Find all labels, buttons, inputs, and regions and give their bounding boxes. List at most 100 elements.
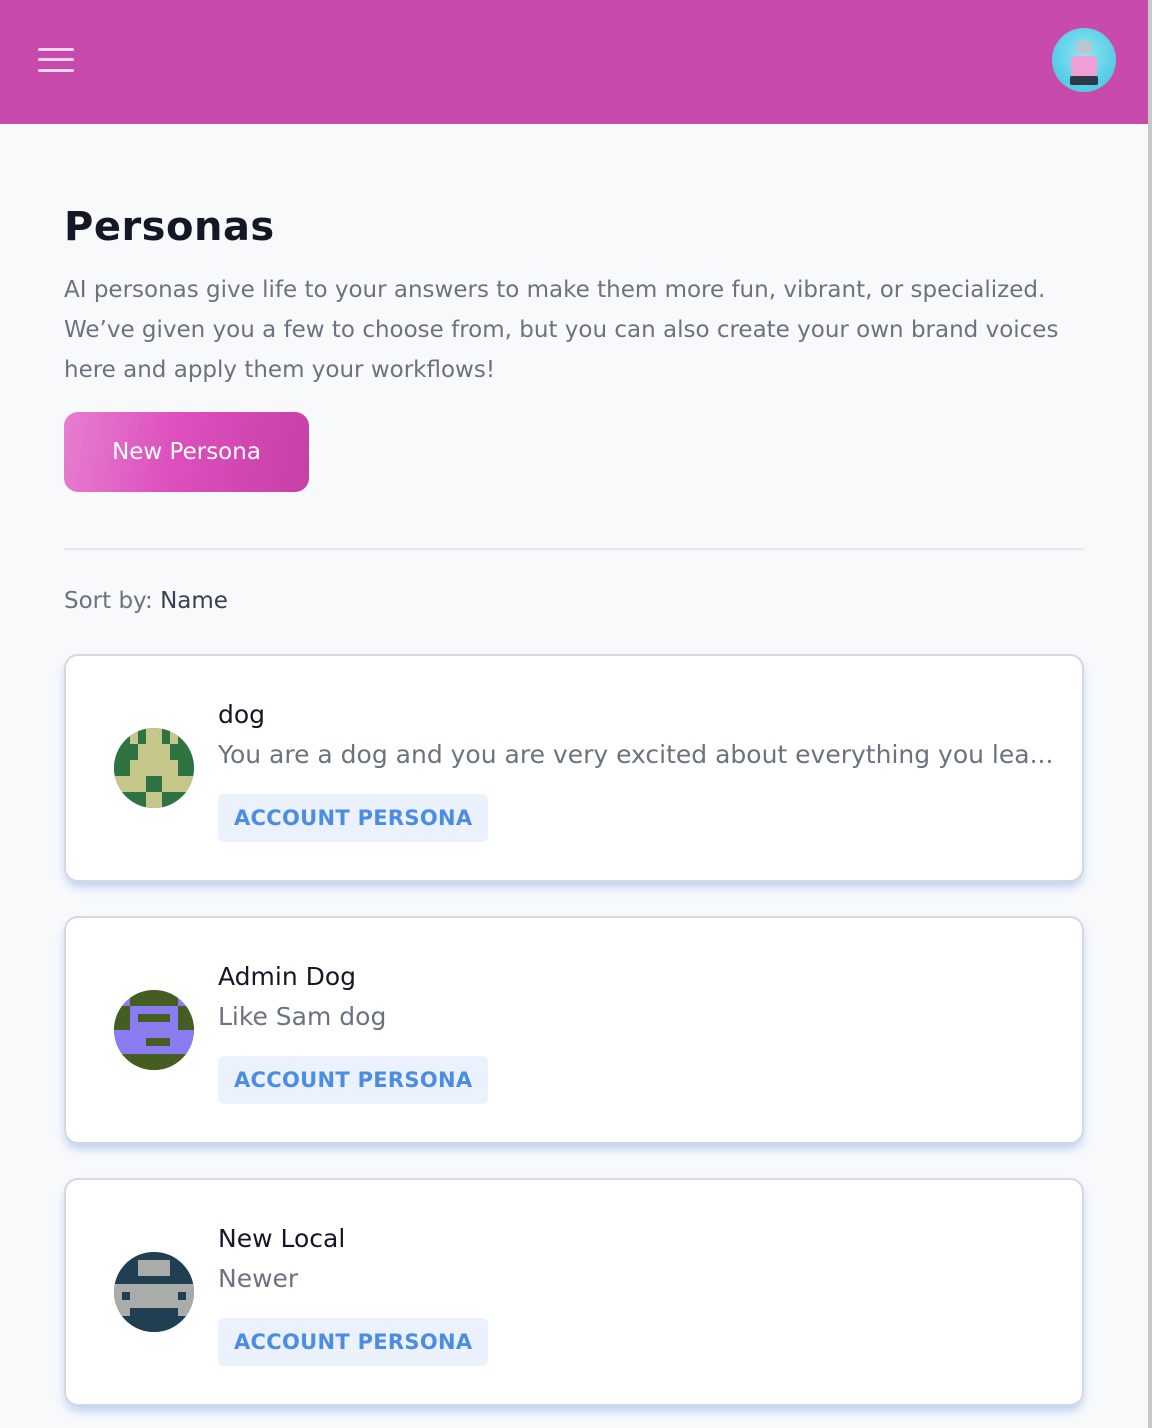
avatar-cell xyxy=(178,736,186,744)
avatar-cell xyxy=(138,1300,146,1308)
avatar-cell xyxy=(162,1046,170,1054)
persona-card[interactable]: dog You are a dog and you are very excit… xyxy=(64,654,1084,882)
persona-card[interactable]: New Local Newer ACCOUNT PERSONA xyxy=(64,1178,1084,1406)
avatar-cell xyxy=(114,1292,122,1300)
avatar-cell xyxy=(178,1014,186,1022)
persona-description: Newer xyxy=(218,1264,299,1293)
avatar-cell xyxy=(162,1316,170,1324)
avatar-cell xyxy=(170,998,178,1006)
avatar-cell xyxy=(154,1006,162,1014)
persona-badge: ACCOUNT PERSONA xyxy=(218,1056,489,1104)
avatar-cell xyxy=(114,1276,122,1284)
avatar-cell xyxy=(138,728,146,736)
avatar-cell xyxy=(146,800,154,808)
avatar-cell xyxy=(130,1308,138,1316)
avatar-cell xyxy=(122,768,130,776)
avatar-cell xyxy=(122,760,130,768)
avatar-cell xyxy=(114,1062,122,1070)
avatar-cell xyxy=(178,1284,186,1292)
avatar-cell xyxy=(178,998,186,1006)
scrollbar[interactable] xyxy=(1148,0,1152,1428)
avatar-cell xyxy=(186,728,194,736)
avatar-cell xyxy=(138,1308,146,1316)
avatar-cell xyxy=(170,1292,178,1300)
avatar-cell xyxy=(146,1030,154,1038)
avatar-cell xyxy=(114,792,122,800)
avatar-cell xyxy=(138,1252,146,1260)
sort-value[interactable]: Name xyxy=(160,588,228,614)
menu-line xyxy=(38,48,74,51)
avatar-cell xyxy=(170,768,178,776)
avatar-cell xyxy=(122,744,130,752)
avatar-cell xyxy=(114,1316,122,1324)
avatar-cell xyxy=(130,1316,138,1324)
avatar-cell xyxy=(138,768,146,776)
avatar-cell xyxy=(186,744,194,752)
avatar-cell xyxy=(146,776,154,784)
avatar-cell xyxy=(130,1292,138,1300)
sort-control[interactable]: Sort by: Name xyxy=(64,588,228,614)
avatar-cell xyxy=(146,768,154,776)
persona-name: Admin Dog xyxy=(218,962,357,991)
avatar-cell xyxy=(146,1260,154,1268)
avatar-cell xyxy=(114,752,122,760)
avatar-cell xyxy=(162,744,170,752)
avatar-cell xyxy=(186,1054,194,1062)
avatar-cell xyxy=(138,1324,146,1332)
avatar-cell xyxy=(162,776,170,784)
avatar-cell xyxy=(170,744,178,752)
avatar-cell xyxy=(162,1014,170,1022)
new-persona-button[interactable]: New Persona xyxy=(64,412,309,492)
avatar-cell xyxy=(178,752,186,760)
avatar-cell xyxy=(130,1062,138,1070)
avatar-cell xyxy=(154,752,162,760)
avatar-cell xyxy=(162,1284,170,1292)
avatar-cell xyxy=(122,1022,130,1030)
avatar-cell xyxy=(114,736,122,744)
user-avatar[interactable] xyxy=(1052,28,1116,92)
avatar-cell xyxy=(170,736,178,744)
avatar-cell xyxy=(186,760,194,768)
avatar-cell xyxy=(170,1046,178,1054)
avatar-cell xyxy=(122,1268,130,1276)
avatar-cell xyxy=(138,1038,146,1046)
avatar-cell xyxy=(138,1006,146,1014)
avatar-cell xyxy=(146,1014,154,1022)
avatar-cell xyxy=(162,1054,170,1062)
avatar-cell xyxy=(122,1292,130,1300)
menu-line xyxy=(38,69,74,72)
avatar-cell xyxy=(170,728,178,736)
hamburger-menu-icon[interactable] xyxy=(38,47,74,73)
avatar-cell xyxy=(130,776,138,784)
avatar-cell xyxy=(186,1252,194,1260)
persona-description: Like Sam dog xyxy=(218,1002,387,1031)
avatar-cell xyxy=(154,768,162,776)
avatar-cell xyxy=(138,1062,146,1070)
avatar-cell xyxy=(122,1316,130,1324)
avatar-cell xyxy=(138,760,146,768)
avatar-cell xyxy=(146,1054,154,1062)
avatar-cell xyxy=(114,1260,122,1268)
avatar-cell xyxy=(186,1308,194,1316)
avatar-cell xyxy=(130,728,138,736)
avatar-cell xyxy=(122,990,130,998)
avatar-cell xyxy=(170,1014,178,1022)
avatar-cell xyxy=(122,1260,130,1268)
persona-description: You are a dog and you are very excited a… xyxy=(218,740,1054,769)
avatar-cell xyxy=(170,800,178,808)
avatar-cell xyxy=(130,800,138,808)
avatar-cell xyxy=(154,1308,162,1316)
avatar-cell xyxy=(138,1260,146,1268)
avatar-cell xyxy=(186,1046,194,1054)
avatar-cell xyxy=(170,990,178,998)
persona-card[interactable]: Admin Dog Like Sam dog ACCOUNT PERSONA xyxy=(64,916,1084,1144)
avatar-cell xyxy=(162,1252,170,1260)
avatar-cell xyxy=(178,1046,186,1054)
avatar-cell xyxy=(178,1252,186,1260)
avatar-cell xyxy=(138,998,146,1006)
avatar-cell xyxy=(130,768,138,776)
avatar-cell xyxy=(162,728,170,736)
avatar-cell xyxy=(138,1022,146,1030)
avatar-cell xyxy=(178,1260,186,1268)
avatar-cell xyxy=(146,1292,154,1300)
